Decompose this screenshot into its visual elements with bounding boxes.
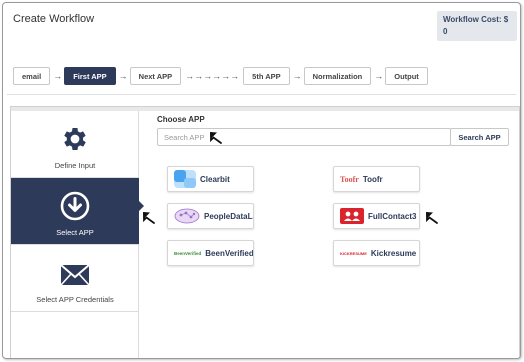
pointer-arrow-icon bbox=[426, 212, 438, 224]
active-item-caret bbox=[139, 201, 144, 211]
step-next-app[interactable]: Next APP bbox=[129, 67, 182, 85]
app-card-clearbit[interactable]: Clearbit bbox=[167, 166, 254, 192]
sidebar-divider bbox=[11, 311, 139, 312]
clearbit-logo-icon bbox=[174, 170, 196, 188]
sidebar-item-define-input[interactable]: Define Input bbox=[11, 111, 139, 177]
kickresume-logo-icon: KICKRESUME bbox=[340, 251, 367, 256]
search-app-input[interactable] bbox=[157, 128, 451, 146]
step-output[interactable]: Output bbox=[385, 67, 428, 85]
sidebar-item-label: Select APP Credentials bbox=[36, 295, 114, 304]
beenverified-logo-text: BeenVerified bbox=[174, 250, 202, 256]
step-arrows-icon: →→→→→→ bbox=[185, 71, 240, 81]
toofr-logo-text: Toofr bbox=[340, 174, 359, 184]
workflow-cost-label: Workflow Cost: $ bbox=[443, 15, 509, 24]
fullcontact-logo-icon bbox=[340, 208, 364, 224]
step-email[interactable]: email bbox=[13, 67, 51, 85]
app-card-beenverified[interactable]: BeenVerified BeenVerified bbox=[167, 240, 254, 266]
envelope-icon bbox=[60, 264, 90, 286]
sidebar-item-select-app[interactable]: Select APP bbox=[11, 178, 139, 244]
step-arrow-icon: → bbox=[374, 71, 383, 81]
workflow-cost-value: 0 bbox=[443, 27, 448, 36]
app-card-peopledatalabs[interactable]: PeopleDataLabs bbox=[167, 203, 254, 229]
app-card-kickresume[interactable]: KICKRESUME Kickresume bbox=[333, 240, 420, 266]
choose-app-label: Choose APP bbox=[157, 115, 205, 124]
pointer-arrow-icon bbox=[210, 132, 222, 144]
toofr-logo-icon: Toofr bbox=[340, 175, 359, 184]
peopledatalabs-logo-icon bbox=[174, 208, 200, 224]
workflow-steps: email → First APP → Next APP →→→→→→ 5th … bbox=[13, 67, 428, 85]
wizard-panel: Define Input Select APP Select APP Crede… bbox=[10, 106, 520, 358]
step-first-app[interactable]: First APP bbox=[64, 67, 116, 85]
sidebar-item-label: Define Input bbox=[54, 161, 96, 170]
step-5th-app[interactable]: 5th APP bbox=[243, 67, 290, 85]
create-workflow-window: Create Workflow Workflow Cost: $ 0 email… bbox=[2, 2, 521, 359]
gear-icon bbox=[64, 128, 86, 150]
step-arrow-icon: → bbox=[292, 71, 302, 81]
app-name: BeenVerified bbox=[205, 248, 254, 258]
kickresume-logo-text: KICKRESUME bbox=[340, 250, 367, 256]
step-arrow-icon: → bbox=[118, 71, 128, 81]
app-name: FullContact3 bbox=[368, 211, 417, 221]
app-name: PeopleDataLabs bbox=[204, 211, 253, 221]
search-app-button[interactable]: Search APP bbox=[450, 128, 509, 146]
app-name: Toofr bbox=[362, 174, 383, 184]
workflow-cost-badge: Workflow Cost: $ 0 bbox=[437, 11, 517, 41]
page-title: Create Workflow bbox=[13, 13, 95, 25]
sidebar-item-select-app-credentials[interactable]: Select APP Credentials bbox=[11, 245, 139, 311]
header-divider bbox=[7, 94, 516, 95]
sidebar-item-label: Select APP bbox=[56, 228, 94, 237]
download-circle-icon bbox=[60, 191, 90, 221]
app-card-toofr[interactable]: Toofr Toofr bbox=[333, 166, 420, 192]
wizard-sidebar: Define Input Select APP Select APP Crede… bbox=[11, 111, 139, 358]
pointer-arrow-icon bbox=[143, 212, 155, 224]
app-name: Clearbit bbox=[200, 174, 230, 184]
step-normalization[interactable]: Normalization bbox=[303, 67, 372, 85]
app-name: Kickresume bbox=[370, 248, 417, 258]
app-card-fullcontact3[interactable]: FullContact3 bbox=[333, 203, 420, 229]
beenverified-logo-icon: BeenVerified bbox=[174, 251, 201, 256]
step-arrow-icon: → bbox=[53, 71, 62, 81]
